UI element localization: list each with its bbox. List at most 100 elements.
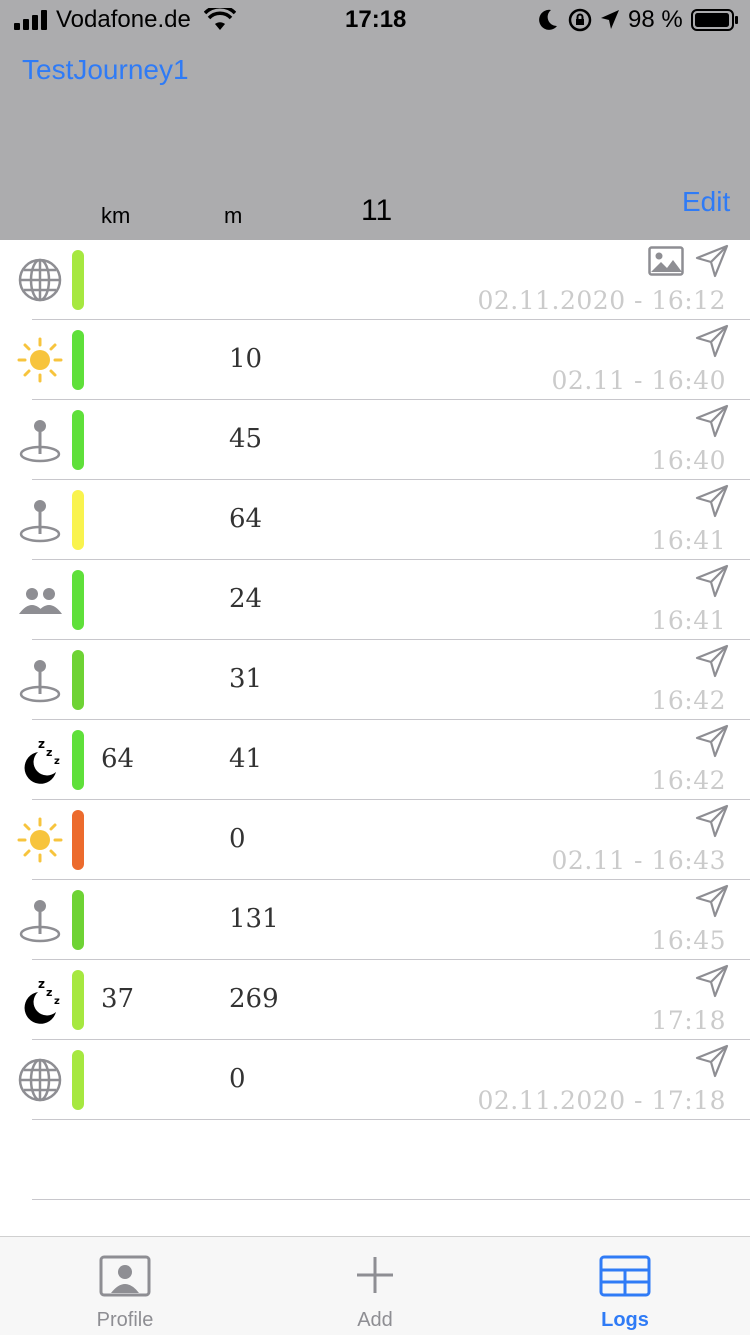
status-bar-indicator [72, 570, 84, 630]
tab-add[interactable]: Add [250, 1237, 500, 1335]
log-datetime: 16:40 [651, 446, 726, 475]
km-value: 64 [101, 744, 135, 774]
status-bar-indicator [72, 490, 84, 550]
sleep-moon-icon: zzz [16, 976, 64, 1024]
log-datetime: 16:42 [651, 766, 726, 795]
send-icon[interactable] [694, 483, 730, 519]
log-row[interactable]: 64 16:41 [0, 480, 750, 560]
status-bar-indicator [72, 810, 84, 870]
log-row[interactable]: 131 16:45 [0, 880, 750, 960]
log-datetime: 16:41 [651, 526, 726, 555]
location-arrow-icon [601, 10, 619, 29]
svg-text:z: z [46, 986, 52, 999]
m-value: 45 [229, 424, 263, 454]
m-value: 24 [229, 584, 263, 614]
log-row[interactable]: z z z 37 269 17:18 [0, 960, 750, 1040]
log-datetime: 17:18 [651, 1006, 726, 1035]
pin-icon [16, 896, 64, 944]
send-icon[interactable] [694, 803, 730, 839]
tab-profile-label: Profile [96, 1309, 154, 1331]
signal-icon [14, 10, 47, 30]
carrier-name: Vodafone.de [56, 6, 191, 33]
status-bar-indicator [72, 890, 84, 950]
pin-icon [16, 496, 64, 544]
journey-title-link[interactable]: TestJourney1 [22, 54, 189, 86]
tab-add-label: Add [357, 1309, 393, 1331]
log-row[interactable]: z z z 64 41 16:42 [0, 720, 750, 800]
log-row[interactable]: 0 02.11.2020 - 17:18 [0, 1040, 750, 1120]
log-datetime: 02.11 - 16:40 [551, 366, 726, 395]
wifi-icon [204, 8, 236, 30]
status-bar-indicator [72, 410, 84, 470]
status-bar-indicator [72, 250, 84, 310]
table-icon [599, 1255, 651, 1297]
m-value: 64 [229, 504, 263, 534]
log-datetime: 02.11.2020 - 16:12 [477, 286, 726, 315]
svg-text:z: z [38, 737, 45, 751]
column-header-km: km [101, 203, 131, 228]
sleep-moon-icon: zzz [16, 736, 64, 784]
log-row[interactable]: 24 16:41 [0, 560, 750, 640]
status-bar-indicator [72, 970, 84, 1030]
log-datetime: 16:41 [651, 606, 726, 635]
plus-icon [357, 1257, 393, 1293]
tab-profile[interactable]: Profile [0, 1237, 250, 1335]
status-bar-indicator [72, 330, 84, 390]
send-icon[interactable] [694, 883, 730, 919]
profile-icon [99, 1255, 151, 1297]
edit-button[interactable]: Edit [682, 186, 730, 218]
svg-text:z: z [54, 756, 60, 767]
log-datetime: 02.11 - 16:43 [551, 846, 726, 875]
send-icon[interactable] [694, 643, 730, 679]
log-row[interactable]: 0 02.11 - 16:43 [0, 800, 750, 880]
do-not-disturb-icon [539, 9, 557, 30]
m-value: 131 [229, 904, 279, 934]
status-bar-indicator [72, 650, 84, 710]
tab-bar: Profile Add Logs [0, 1236, 750, 1335]
send-icon[interactable] [694, 323, 730, 359]
m-value: 10 [229, 344, 263, 374]
status-bar-indicator [72, 1050, 84, 1110]
rotation-lock-icon [568, 8, 592, 32]
log-list: 02.11.2020 - 16:12 10 02.11 - 16:40 45 16:40… [0, 240, 750, 1200]
status-time: 17:18 [345, 6, 407, 33]
tab-logs[interactable]: Logs [500, 1237, 750, 1335]
log-datetime: 16:45 [651, 926, 726, 955]
log-datetime: 02.11.2020 - 17:18 [477, 1086, 726, 1115]
status-bar-indicator [72, 730, 84, 790]
log-row[interactable]: 10 02.11 - 16:40 [0, 320, 750, 400]
battery-percentage: 98 % [628, 6, 683, 33]
send-icon[interactable] [694, 963, 730, 999]
send-icon[interactable] [694, 243, 730, 279]
tab-logs-label: Logs [601, 1309, 649, 1331]
log-row[interactable]: 02.11.2020 - 16:12 [0, 240, 750, 320]
pin-icon [16, 656, 64, 704]
log-datetime: 16:42 [651, 686, 726, 715]
send-icon[interactable] [694, 563, 730, 599]
globe-icon [16, 1056, 64, 1104]
m-value: 41 [229, 744, 263, 774]
battery-icon [691, 9, 738, 31]
log-row[interactable]: 31 16:42 [0, 640, 750, 720]
log-row[interactable]: 45 16:40 [0, 400, 750, 480]
photo-icon[interactable] [648, 246, 684, 276]
sun-icon [16, 816, 64, 864]
sun-icon [16, 336, 64, 384]
empty-row [0, 1120, 750, 1200]
navigation-header: Vodafone.de 17:18 98 % TestJourney1 km m… [0, 0, 750, 240]
svg-text:z: z [46, 746, 52, 759]
send-icon[interactable] [694, 723, 730, 759]
people-icon [16, 576, 64, 624]
m-value: 0 [229, 1064, 246, 1094]
send-icon[interactable] [694, 1043, 730, 1079]
km-value: 37 [101, 984, 135, 1014]
pin-icon [16, 416, 64, 464]
m-value: 269 [229, 984, 279, 1014]
globe-icon [16, 256, 64, 304]
m-value: 0 [229, 824, 246, 854]
svg-text:z: z [38, 977, 45, 991]
column-header-m: m [224, 203, 243, 228]
send-icon[interactable] [694, 403, 730, 439]
m-value: 31 [229, 664, 263, 694]
entry-count: 11 [361, 194, 393, 227]
